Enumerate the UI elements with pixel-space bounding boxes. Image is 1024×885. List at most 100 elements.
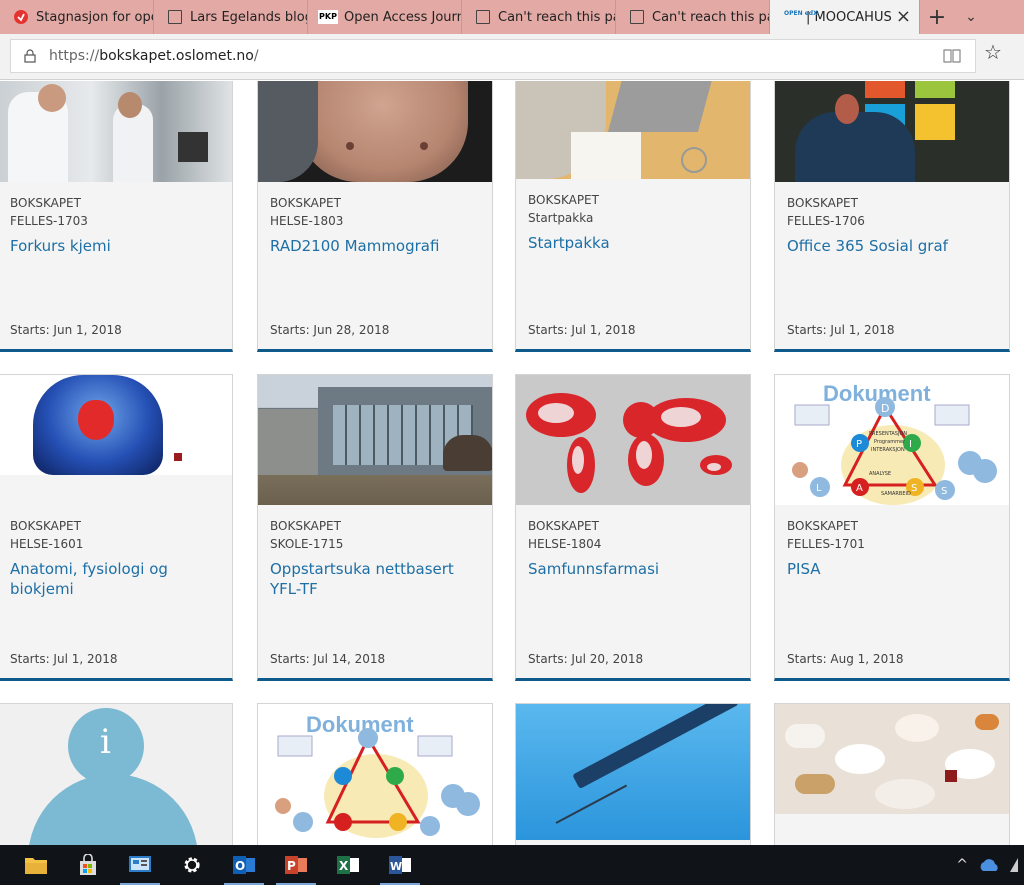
course-image-dokument: Dokument D P I L A S S PRESENTASJON Prog… bbox=[775, 375, 1009, 505]
tab-bar: Stagnasjon for ope Lars Egelands blog PK… bbox=[0, 0, 1024, 34]
svg-text:D: D bbox=[881, 402, 889, 415]
course-start-date: Starts: Aug 1, 2018 bbox=[787, 652, 904, 666]
course-title[interactable]: Forkurs kjemi bbox=[10, 236, 220, 256]
course-image-skin bbox=[258, 81, 492, 182]
course-start-date: Starts: Jul 14, 2018 bbox=[270, 652, 386, 666]
lock-icon[interactable] bbox=[11, 49, 49, 63]
course-number: FELLES-1703 bbox=[10, 214, 88, 228]
svg-text:X: X bbox=[339, 859, 349, 873]
course-number: HELSE-1601 bbox=[10, 537, 84, 551]
store-icon[interactable] bbox=[62, 845, 114, 885]
course-card[interactable]: BOKSKAPET HELSE-1601 Anatomi, fysiologi … bbox=[0, 374, 233, 681]
course-image-anatomy bbox=[0, 375, 232, 475]
course-image-desk bbox=[516, 81, 750, 179]
address-bar-container: https://bokskapet.oslomet.no/ ☆ bbox=[0, 34, 1024, 80]
course-start-date: Starts: Jun 1, 2018 bbox=[10, 323, 122, 337]
course-card[interactable]: Dokument D P I L A S S PRESENTASJON Prog… bbox=[774, 374, 1010, 681]
course-org: BOKSKAPET bbox=[270, 196, 341, 210]
course-card[interactable]: BOKSKAPET HELSE-1804 Samfunnsfarmasi Sta… bbox=[515, 374, 751, 681]
course-start-date: Starts: Jul 1, 2018 bbox=[787, 323, 895, 337]
tab-list-chevron-icon[interactable]: ⌄ bbox=[954, 0, 988, 34]
new-tab-button[interactable]: + bbox=[920, 0, 954, 34]
course-number: HELSE-1804 bbox=[528, 537, 602, 551]
excel-icon[interactable]: X bbox=[322, 845, 374, 885]
course-start-date: Starts: Jun 28, 2018 bbox=[270, 323, 390, 337]
course-card[interactable]: i bbox=[0, 703, 233, 845]
course-card[interactable]: BOKSKAPET Startpakka Startpakka Starts: … bbox=[515, 81, 751, 352]
course-image-world-map bbox=[516, 375, 750, 505]
course-image-syringe bbox=[516, 704, 750, 840]
favorite-star-icon[interactable]: ☆ bbox=[984, 40, 1002, 64]
course-card[interactable]: BOKSKAPET SKOLE-1715 Oppstartsuka nettba… bbox=[257, 374, 493, 681]
close-tab-icon[interactable]: × bbox=[896, 6, 911, 27]
svg-text:SAMARBEID: SAMARBEID bbox=[881, 491, 911, 497]
course-card[interactable]: BOKSKAPET FELLES-1706 Office 365 Sosial … bbox=[774, 81, 1010, 352]
control-panel-icon[interactable] bbox=[114, 845, 166, 885]
course-title[interactable]: RAD2100 Mammografi bbox=[270, 236, 480, 256]
course-title[interactable]: Office 365 Sosial graf bbox=[787, 236, 997, 256]
course-number: FELLES-1706 bbox=[787, 214, 865, 228]
svg-text:P: P bbox=[287, 859, 296, 873]
powerpoint-icon[interactable]: P bbox=[270, 845, 322, 885]
course-card[interactable] bbox=[774, 703, 1010, 845]
svg-text:ANALYSE: ANALYSE bbox=[869, 471, 891, 477]
course-card[interactable]: BOKSKAPET FELLES-1703 Forkurs kjemi Star… bbox=[0, 81, 233, 352]
circle-logo-icon bbox=[14, 10, 28, 24]
course-card[interactable]: BOKSKAPET HELSE-1803 RAD2100 Mammografi … bbox=[257, 81, 493, 352]
tab-label: Open Access Journ bbox=[344, 9, 462, 25]
course-org: BOKSKAPET bbox=[10, 519, 81, 533]
course-start-date: Starts: Jul 20, 2018 bbox=[528, 652, 644, 666]
word-icon[interactable]: W bbox=[374, 845, 426, 885]
tray-chevron-icon[interactable]: ^ bbox=[956, 857, 968, 873]
svg-text:INTERAKSJON: INTERAKSJON bbox=[871, 447, 905, 453]
settings-icon[interactable] bbox=[166, 845, 218, 885]
tab-moocahus[interactable]: OPEN edX | MOOCAHUS × bbox=[770, 0, 920, 34]
outlook-icon[interactable]: O bbox=[218, 845, 270, 885]
course-card[interactable] bbox=[515, 703, 751, 845]
svg-text:P: P bbox=[856, 439, 862, 450]
svg-text:O: O bbox=[235, 859, 245, 873]
course-image-office bbox=[775, 81, 1009, 182]
course-org: BOKSKAPET bbox=[787, 519, 858, 533]
svg-text:S: S bbox=[941, 486, 947, 497]
svg-text:S: S bbox=[911, 483, 917, 494]
svg-text:I: I bbox=[909, 439, 912, 450]
reading-view-icon[interactable] bbox=[943, 48, 961, 64]
tab-label: Can't reach this pa bbox=[498, 9, 616, 25]
tab-cant-reach-2[interactable]: Can't reach this pa bbox=[616, 0, 770, 34]
pkp-icon: PKP bbox=[318, 10, 338, 24]
course-title[interactable]: Anatomi, fysiologi og biokjemi bbox=[10, 559, 220, 599]
address-bar[interactable]: https://bokskapet.oslomet.no/ bbox=[10, 39, 976, 73]
course-start-date: Starts: Jul 1, 2018 bbox=[528, 323, 636, 337]
course-image-info: i bbox=[0, 704, 232, 845]
course-number: FELLES-1701 bbox=[787, 537, 865, 551]
onedrive-cloud-icon[interactable] bbox=[978, 858, 1000, 872]
system-tray: ^ bbox=[956, 845, 1024, 885]
tab-label: Stagnasjon for ope bbox=[36, 9, 154, 25]
tab-lars-egeland[interactable]: Lars Egelands blog bbox=[154, 0, 308, 34]
svg-text:A: A bbox=[856, 483, 863, 494]
tab-stagnasjon[interactable]: Stagnasjon for ope bbox=[0, 0, 154, 34]
course-image-pills bbox=[775, 704, 1009, 814]
course-card[interactable]: Dokument bbox=[257, 703, 493, 845]
url-text[interactable]: https://bokskapet.oslomet.no/ bbox=[49, 48, 259, 64]
course-org: BOKSKAPET bbox=[528, 519, 599, 533]
course-org: BOKSKAPET bbox=[270, 519, 341, 533]
svg-text:L: L bbox=[816, 483, 822, 494]
course-title[interactable]: Startpakka bbox=[528, 233, 738, 253]
page-icon bbox=[168, 10, 182, 24]
course-title[interactable]: PISA bbox=[787, 559, 997, 579]
tab-cant-reach-1[interactable]: Can't reach this pa bbox=[462, 0, 616, 34]
tab-open-access[interactable]: PKP Open Access Journ bbox=[308, 0, 462, 34]
page-icon bbox=[630, 10, 644, 24]
tab-label: | MOOCAHUS bbox=[806, 9, 892, 25]
course-title[interactable]: Oppstartsuka nettbasert YFL-TF bbox=[270, 559, 480, 599]
course-image-dokument: Dokument bbox=[258, 704, 492, 845]
world-map-pills-icon bbox=[526, 393, 732, 493]
network-icon[interactable] bbox=[1010, 858, 1018, 872]
tab-label: Can't reach this pa bbox=[652, 9, 770, 25]
tab-label: Lars Egelands blog bbox=[190, 9, 308, 25]
file-explorer-icon[interactable] bbox=[10, 845, 62, 885]
course-title[interactable]: Samfunnsfarmasi bbox=[528, 559, 738, 579]
course-org: BOKSKAPET bbox=[10, 196, 81, 210]
